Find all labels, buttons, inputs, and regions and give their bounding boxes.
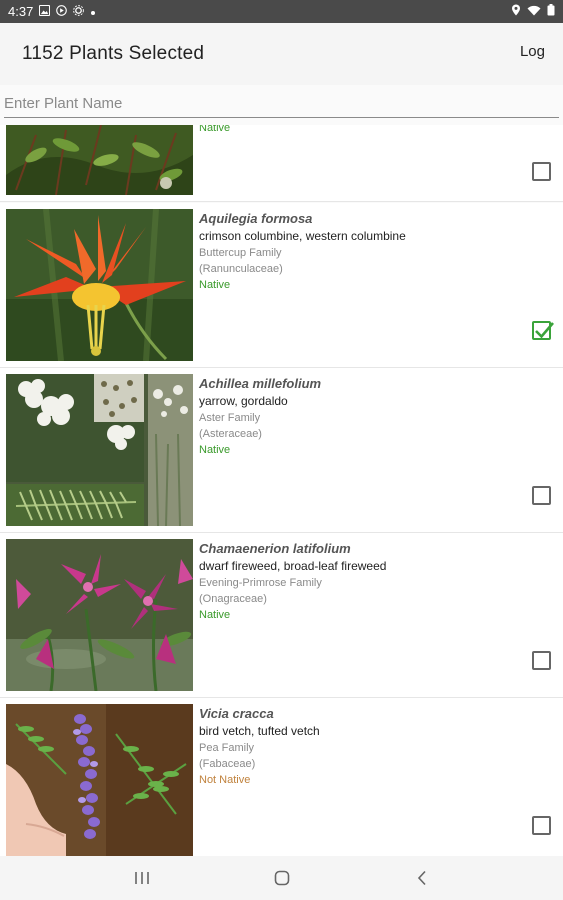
app-bar: 1152 Plants Selected Log bbox=[0, 23, 563, 85]
search-input[interactable] bbox=[4, 90, 559, 116]
scientific-name: Achillea millefolium bbox=[199, 376, 322, 391]
plant-list[interactable]: Native Aquilegia formosa crimson columbi… bbox=[0, 125, 563, 856]
list-item[interactable]: Achillea millefolium yarrow, gordaldo As… bbox=[0, 368, 563, 533]
native-status: Native bbox=[199, 609, 231, 621]
plant-info: Aquilegia formosa crimson columbine, wes… bbox=[199, 211, 553, 293]
common-name: bird vetch, tufted vetch bbox=[199, 724, 320, 738]
native-status: Not Native bbox=[199, 774, 251, 786]
list-item[interactable]: Chamaenerion latifolium dwarf fireweed, … bbox=[0, 533, 563, 698]
plant-info: Vicia cracca bird vetch, tufted vetch Pe… bbox=[199, 706, 553, 788]
battery-icon bbox=[547, 4, 555, 19]
wifi-icon bbox=[527, 4, 541, 19]
list-item[interactable]: Aquilegia formosa crimson columbine, wes… bbox=[0, 203, 563, 368]
plant-photo bbox=[6, 125, 193, 195]
select-checkbox[interactable] bbox=[532, 486, 551, 505]
select-checkbox[interactable] bbox=[532, 816, 551, 835]
plant-photo bbox=[6, 209, 193, 361]
recent-apps-icon[interactable] bbox=[122, 863, 162, 893]
family-latin: (Fabaceae) bbox=[199, 758, 256, 770]
common-name: dwarf fireweed, broad-leaf fireweed bbox=[199, 559, 387, 573]
location-icon bbox=[511, 4, 521, 19]
native-status: Native bbox=[199, 125, 231, 134]
page-title: 1152 Plants Selected bbox=[22, 43, 205, 64]
home-icon[interactable] bbox=[262, 863, 302, 893]
status-bar: 4:37 bbox=[0, 0, 563, 23]
native-status: Native bbox=[199, 444, 231, 456]
back-icon[interactable] bbox=[402, 863, 442, 893]
gear-icon bbox=[73, 4, 85, 19]
select-checkbox[interactable] bbox=[532, 651, 551, 670]
log-button[interactable]: Log bbox=[520, 43, 545, 60]
family-latin: (Asteraceae) bbox=[199, 428, 262, 440]
family-name: Evening-Primrose Family bbox=[199, 577, 322, 589]
family-latin: (Onagraceae) bbox=[199, 593, 267, 605]
media-icon bbox=[56, 4, 68, 19]
scientific-name: Vicia cracca bbox=[199, 706, 274, 721]
family-latin: (Ranunculaceae) bbox=[199, 263, 283, 275]
plant-info: Chamaenerion latifolium dwarf fireweed, … bbox=[199, 541, 553, 623]
scientific-name: Chamaenerion latifolium bbox=[199, 541, 351, 556]
common-name: yarrow, gordaldo bbox=[199, 394, 288, 408]
plant-photo bbox=[6, 374, 193, 526]
common-name: crimson columbine, western columbine bbox=[199, 229, 406, 243]
select-checkbox[interactable] bbox=[532, 162, 551, 181]
plant-info: Achillea millefolium yarrow, gordaldo As… bbox=[199, 376, 553, 458]
scientific-name: Aquilegia formosa bbox=[199, 211, 313, 226]
family-name: Buttercup Family bbox=[199, 247, 282, 259]
plant-photo bbox=[6, 704, 193, 856]
select-checkbox[interactable] bbox=[532, 321, 554, 340]
list-item[interactable]: Vicia cracca bird vetch, tufted vetch Pe… bbox=[0, 698, 563, 856]
plant-info: Native bbox=[199, 125, 553, 136]
image-icon bbox=[39, 4, 51, 19]
family-name: Aster Family bbox=[199, 412, 261, 424]
list-item[interactable]: Native bbox=[0, 125, 563, 202]
plant-photo bbox=[6, 539, 193, 691]
native-status: Native bbox=[199, 279, 231, 291]
status-time: 4:37 bbox=[8, 4, 34, 19]
checkmark-icon bbox=[535, 322, 554, 339]
system-nav-bar bbox=[0, 856, 563, 900]
notification-dot-icon bbox=[90, 4, 96, 19]
search-field bbox=[4, 90, 559, 118]
family-name: Pea Family bbox=[199, 742, 255, 754]
